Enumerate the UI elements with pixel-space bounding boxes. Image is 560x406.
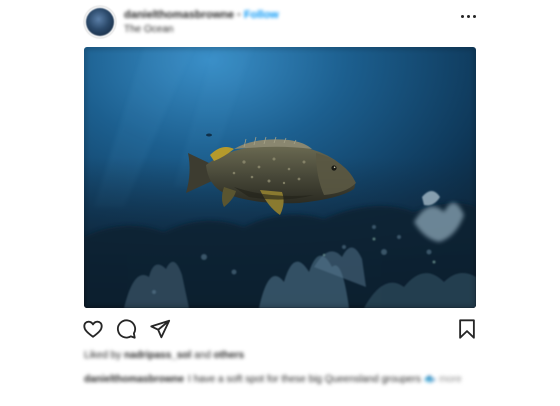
caption-text: I have a soft spot for these big Queensl… xyxy=(188,374,437,385)
avatar[interactable] xyxy=(86,8,114,36)
caption-username-link[interactable]: danielthomasbrowne xyxy=(84,374,184,385)
underwater-grouper-image xyxy=(84,47,476,308)
bookmark-icon[interactable] xyxy=(456,318,478,340)
username-link[interactable]: danielthomasbrowne xyxy=(124,9,234,21)
user-line: danielthomasbrowne • Follow xyxy=(124,9,279,21)
more-dots-icon[interactable] xyxy=(461,15,476,18)
follow-button[interactable]: Follow xyxy=(244,9,279,21)
likes-others-link[interactable]: others xyxy=(214,350,245,361)
comment-icon[interactable] xyxy=(115,318,137,340)
likes-prefix: Liked by xyxy=(84,350,122,361)
post-photo[interactable] xyxy=(84,47,476,308)
likes-summary[interactable]: Liked by nadripass_sol and others xyxy=(84,350,244,361)
location-link[interactable]: The Ocean xyxy=(124,24,173,35)
share-icon[interactable] xyxy=(149,318,171,340)
heart-icon[interactable] xyxy=(82,318,104,340)
likes-and: and xyxy=(194,350,211,361)
caption-more-link[interactable]: more xyxy=(439,374,462,385)
separator-dot: • xyxy=(237,9,241,21)
instagram-post: danielthomasbrowne • Follow The Ocean Li… xyxy=(0,0,560,406)
post-header: danielthomasbrowne • Follow The Ocean xyxy=(84,5,480,39)
post-caption: danielthomasbrowne I have a soft spot for… xyxy=(84,372,464,387)
likes-user-link[interactable]: nadripass_sol xyxy=(124,350,191,361)
post-actions xyxy=(82,318,478,342)
